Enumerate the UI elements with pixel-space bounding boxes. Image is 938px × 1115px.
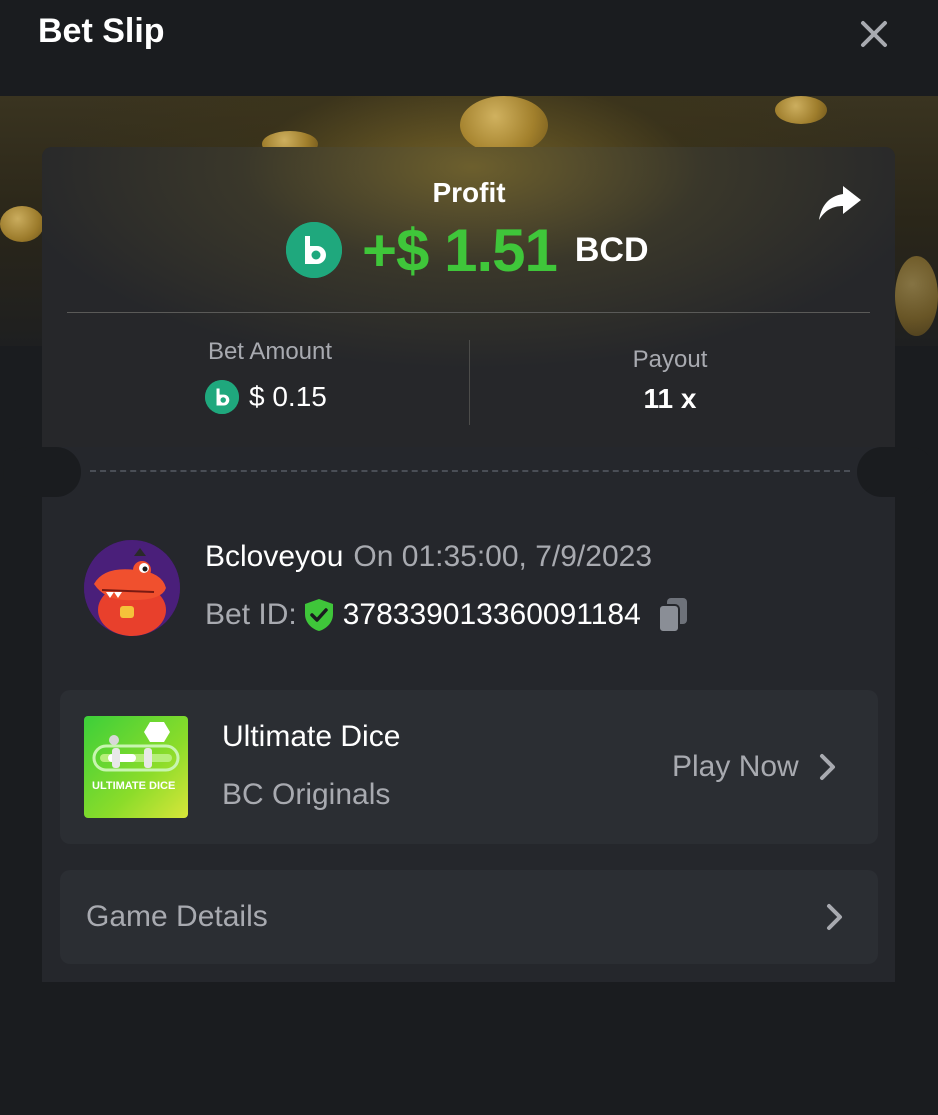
stats-divider xyxy=(469,340,470,425)
game-provider: BC Originals xyxy=(222,778,391,811)
bet-amount-label: Bet Amount xyxy=(207,338,333,365)
ticket-divider xyxy=(90,470,850,472)
username[interactable]: Bcloveyou xyxy=(205,540,343,574)
coin-decoration xyxy=(0,206,44,242)
profit-currency: BCD xyxy=(574,230,649,269)
ticket-notch-right xyxy=(857,447,935,497)
game-name: Ultimate Dice xyxy=(222,720,401,753)
close-icon xyxy=(861,21,887,47)
bet-id-value: 378339013360091184 xyxy=(342,598,641,631)
dice-slider-icon xyxy=(92,722,180,772)
chevron-right-icon xyxy=(819,754,835,780)
play-now-label: Play Now xyxy=(672,750,799,783)
user-line: Bcloveyou On 01:35:00, 7/9/2023 xyxy=(205,540,652,574)
ticket-notch-left xyxy=(3,447,81,497)
bet-datetime: On 01:35:00, 7/9/2023 xyxy=(353,540,653,573)
profit-value: +$ 1.51 xyxy=(362,216,558,284)
game-row[interactable]: ULTIMATE DICE Ultimate Dice BC Originals… xyxy=(60,690,878,844)
game-thumbnail: ULTIMATE DICE xyxy=(84,716,188,818)
crocodile-avatar-icon xyxy=(84,540,180,636)
bet-slip-page: Bet Slip Profit +$ 1.51 BCD Bet Amount $… xyxy=(0,0,938,1115)
bet-amount-value: $ 0.15 xyxy=(249,381,327,412)
page-title: Bet Slip xyxy=(38,12,165,50)
play-now-button[interactable]: Play Now xyxy=(672,750,839,784)
bcd-coin-icon xyxy=(205,380,239,414)
avatar[interactable] xyxy=(84,540,180,636)
bet-id-label: Bet ID: xyxy=(205,598,297,631)
coin-decoration xyxy=(775,96,827,124)
share-button[interactable] xyxy=(815,180,865,226)
game-thumbnail-text: ULTIMATE DICE xyxy=(92,780,176,792)
game-details-label: Game Details xyxy=(86,900,268,933)
shield-check-icon xyxy=(304,599,333,631)
summary-divider xyxy=(67,312,870,313)
share-icon xyxy=(819,186,861,220)
header: Bet Slip xyxy=(0,0,938,96)
copy-button[interactable] xyxy=(655,596,691,634)
profit-row: +$ 1.51 BCD xyxy=(286,216,649,284)
bet-id-line: Bet ID: 378339013360091184 xyxy=(205,596,691,634)
coin-decoration xyxy=(895,256,938,336)
copy-icon xyxy=(657,598,687,633)
profit-label: Profit xyxy=(432,177,506,208)
game-details-row[interactable]: Game Details xyxy=(60,870,878,964)
chevron-right-icon xyxy=(827,904,842,930)
payout-label: Payout xyxy=(632,346,708,373)
bet-amount: $ 0.15 xyxy=(205,380,327,414)
bcd-coin-icon xyxy=(286,222,342,278)
coin-decoration xyxy=(460,96,548,154)
close-button[interactable] xyxy=(852,12,896,56)
payout-value: 11 x xyxy=(643,383,697,414)
